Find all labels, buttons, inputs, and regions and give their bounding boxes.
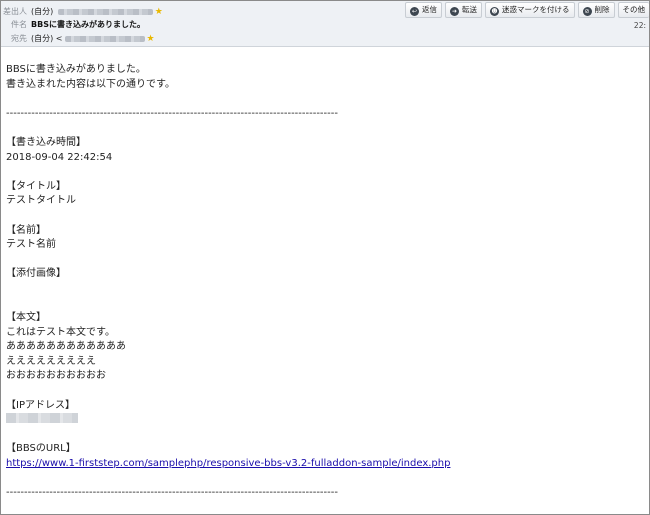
from-value[interactable]: (自分): [31, 7, 53, 16]
subject-label: 件名: [11, 20, 27, 29]
name-value: テスト名前: [6, 239, 56, 251]
subject-text: BBSに書き込みがありました。: [31, 20, 145, 29]
redacted-ip: [6, 413, 78, 424]
spam-icon: ☻: [490, 7, 499, 16]
forward-icon: ➜: [450, 7, 459, 16]
subject-row: 件名 BBSに書き込みがありました。: [1, 17, 431, 32]
time-heading: 【書き込み時間】: [6, 136, 86, 148]
url-heading: 【BBSのURL】: [6, 443, 76, 455]
reply-button[interactable]: ↩ 返信: [405, 2, 442, 18]
divider: ----------------------------------------…: [6, 487, 338, 499]
delete-button[interactable]: ⊘ 削除: [577, 2, 615, 18]
star-icon[interactable]: ★: [155, 7, 163, 17]
email-window: 差出人 (自分) ★ 件名 BBSに書き込みがありました。 宛先 (自分) < ★…: [0, 0, 650, 515]
time-value: 2018-09-04 22:42:54: [6, 151, 113, 163]
mark-spam-button[interactable]: ☻ 迷惑マークを付ける: [485, 2, 575, 18]
reply-icon: ↩: [410, 7, 419, 16]
star-icon[interactable]: ★: [147, 34, 155, 44]
more-button[interactable]: その他: [617, 2, 649, 18]
to-label: 宛先: [11, 34, 27, 43]
text-heading: 【本文】: [6, 312, 46, 324]
name-heading: 【名前】: [6, 224, 46, 236]
text-line: おおおおおおおおおお: [6, 370, 106, 382]
ip-heading: 【IPアドレス】: [6, 399, 75, 411]
to-value[interactable]: (自分) <: [31, 34, 63, 43]
action-toolbar: ↩ 返信 ➜ 転送 ☻ 迷惑マークを付ける ⊘ 削除 その他: [402, 2, 649, 18]
divider: ----------------------------------------…: [6, 107, 338, 119]
bbs-url-link[interactable]: https://www.1-firststep.com/samplephp/re…: [6, 458, 450, 469]
redacted-email: [64, 35, 145, 42]
image-heading: 【添付画像】: [6, 268, 66, 280]
text-line: これはテスト本文です。: [6, 326, 115, 338]
text-line: えええええええええ: [6, 355, 96, 367]
delete-icon: ⊘: [582, 7, 592, 16]
forward-button[interactable]: ➜ 転送: [445, 2, 482, 18]
email-header: 差出人 (自分) ★ 件名 BBSに書き込みがありました。 宛先 (自分) < ★…: [1, 1, 649, 47]
title-value: テストタイトル: [6, 195, 76, 207]
email-body: BBSに書き込みがありました。 書き込まれた内容は以下の通りです。 ------…: [6, 63, 626, 501]
title-heading: 【タイトル】: [6, 180, 66, 192]
to-row: 宛先 (自分) < ★: [1, 31, 431, 46]
intro-line-1: BBSに書き込みがありました。: [6, 64, 146, 75]
received-time: 22:: [633, 21, 646, 30]
redacted-email: [57, 8, 153, 15]
text-line: ああああああああああああ: [6, 341, 126, 353]
intro-line-2: 書き込まれた内容は以下の通りです。: [6, 78, 175, 90]
